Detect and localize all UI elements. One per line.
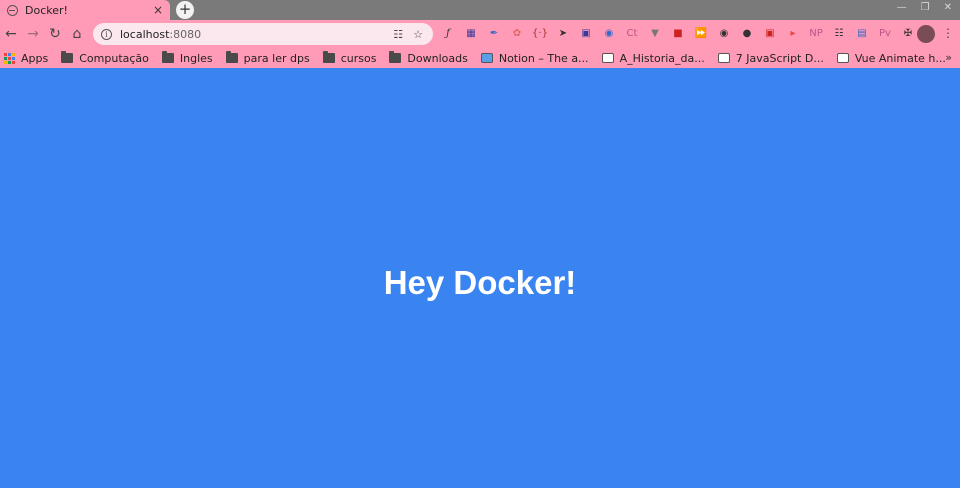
tab-strip: Docker! × + — ❐ ✕ <box>0 0 960 20</box>
red-square-extension-icon[interactable]: ▣ <box>762 26 778 42</box>
bookmark-folder-cursos[interactable]: cursos <box>322 51 377 65</box>
browser-tab[interactable]: Docker! × <box>0 0 170 20</box>
home-icon[interactable]: ⌂ <box>66 26 88 42</box>
page-heading: Hey Docker! <box>383 264 577 301</box>
page-icon <box>601 53 614 63</box>
menu-kebab-icon[interactable]: ⋮ <box>942 26 954 40</box>
page-icon <box>717 53 730 63</box>
page-content: Hey Docker! <box>0 68 960 488</box>
bookmark-folder-ingles[interactable]: Ingles <box>161 51 213 65</box>
url-port: :8080 <box>169 27 202 41</box>
back-icon[interactable]: ← <box>0 26 22 42</box>
bookmark-7-javascript[interactable]: 7 JavaScript D... <box>717 51 824 65</box>
folder-icon <box>161 51 174 63</box>
bookmark-label: Ingles <box>179 51 213 65</box>
address-bar[interactable]: i localhost:8080 ☷ ☆ <box>93 23 433 45</box>
bookmark-label: A_Historia_da... <box>619 51 705 65</box>
bookmark-label: para ler dps <box>243 51 310 65</box>
badge-extension-icon[interactable]: ✿ <box>509 26 525 42</box>
tab-close-icon[interactable]: × <box>150 3 166 17</box>
forward-icon[interactable]: → <box>22 26 44 42</box>
camera-extension-icon[interactable]: ◉ <box>716 26 732 42</box>
bookmark-vue-animate[interactable]: Vue Animate h... <box>836 51 946 65</box>
rocket-extension-icon[interactable]: ➤ <box>555 26 571 42</box>
bookmark-label: Vue Animate h... <box>854 51 946 65</box>
bookmark-apps[interactable]: Apps <box>4 52 48 65</box>
bookmark-folder-downloads[interactable]: Downloads <box>389 51 468 65</box>
np-extension-icon[interactable]: NP <box>808 26 824 42</box>
function-extension-icon[interactable]: ƒ <box>440 26 456 42</box>
bookmark-folder-para-ler-dps[interactable]: para ler dps <box>225 51 310 65</box>
code-extension-icon[interactable]: {·} <box>532 26 548 42</box>
translate-extension-icon[interactable]: ☷ <box>831 26 847 42</box>
bookmark-label: Computação <box>79 51 149 65</box>
page-icon <box>836 53 849 63</box>
record-extension-icon[interactable]: ▸ <box>785 26 801 42</box>
bookmark-label: 7 JavaScript D... <box>735 51 824 65</box>
url-text[interactable]: localhost:8080 <box>120 28 393 41</box>
bookmark-folder-computacao[interactable]: Computação <box>61 51 149 65</box>
translate-icon[interactable]: ☷ <box>393 28 403 41</box>
crop-extension-icon[interactable]: ▣ <box>578 26 594 42</box>
window-controls: — ❐ ✕ <box>897 2 952 13</box>
bookmark-label: Notion – The a... <box>498 51 589 65</box>
info-icon[interactable]: i <box>101 28 112 40</box>
forward-extension-icon[interactable]: ⏩ <box>693 26 709 42</box>
bookmark-a-historia[interactable]: A_Historia_da... <box>601 51 705 65</box>
new-tab-button[interactable]: + <box>176 1 194 19</box>
close-window-icon[interactable]: ✕ <box>944 2 952 13</box>
folder-icon <box>322 51 335 63</box>
reload-icon[interactable]: ↻ <box>44 26 66 42</box>
vue-extension-icon[interactable]: ▼ <box>647 26 663 42</box>
tab-title: Docker! <box>25 3 68 17</box>
pv-extension-icon[interactable]: Pv <box>877 26 893 42</box>
bookmark-notion[interactable]: Notion – The a... <box>480 51 589 65</box>
grid-extension-icon[interactable]: ▦ <box>463 26 479 42</box>
notion-icon <box>480 53 493 63</box>
apps-grid-icon <box>4 52 15 64</box>
folder-icon <box>225 51 238 63</box>
bookmark-label: Downloads <box>407 51 468 65</box>
stop-extension-icon[interactable]: ■ <box>670 26 686 42</box>
picker-extension-icon[interactable]: ✒ <box>486 26 502 42</box>
dark-circle-extension-icon[interactable]: ● <box>739 26 755 42</box>
ct-extension-icon[interactable]: Ct <box>624 26 640 42</box>
browser-toolbar: ← → ↻ ⌂ i localhost:8080 ☷ ☆ ƒ ▦ ✒ ✿ {·}… <box>0 20 960 48</box>
bookmark-star-icon[interactable]: ☆ <box>413 28 423 41</box>
url-host: localhost <box>120 27 170 41</box>
blue-e-extension-icon[interactable]: ▤ <box>854 26 870 42</box>
more-bookmarks-icon[interactable]: » <box>945 51 952 64</box>
bookmark-label: cursos <box>340 51 377 65</box>
puzzle-icon[interactable]: ✠ <box>900 26 916 42</box>
bookmarks-bar: Apps Computação Ingles para ler dps curs… <box>0 48 960 68</box>
extensions-area: ƒ ▦ ✒ ✿ {·} ➤ ▣ ◉ Ct ▼ ■ ⏩ ◉ ● ▣ ▸ NP ☷ … <box>440 26 916 42</box>
globe-icon <box>7 4 18 16</box>
avatar[interactable] <box>917 25 935 43</box>
window-extension-icon[interactable]: ◉ <box>601 26 617 42</box>
maximize-icon[interactable]: ❐ <box>921 2 930 13</box>
folder-icon <box>389 51 402 63</box>
bookmark-label: Apps <box>21 51 49 65</box>
folder-icon <box>61 51 74 63</box>
minimize-icon[interactable]: — <box>897 2 907 13</box>
